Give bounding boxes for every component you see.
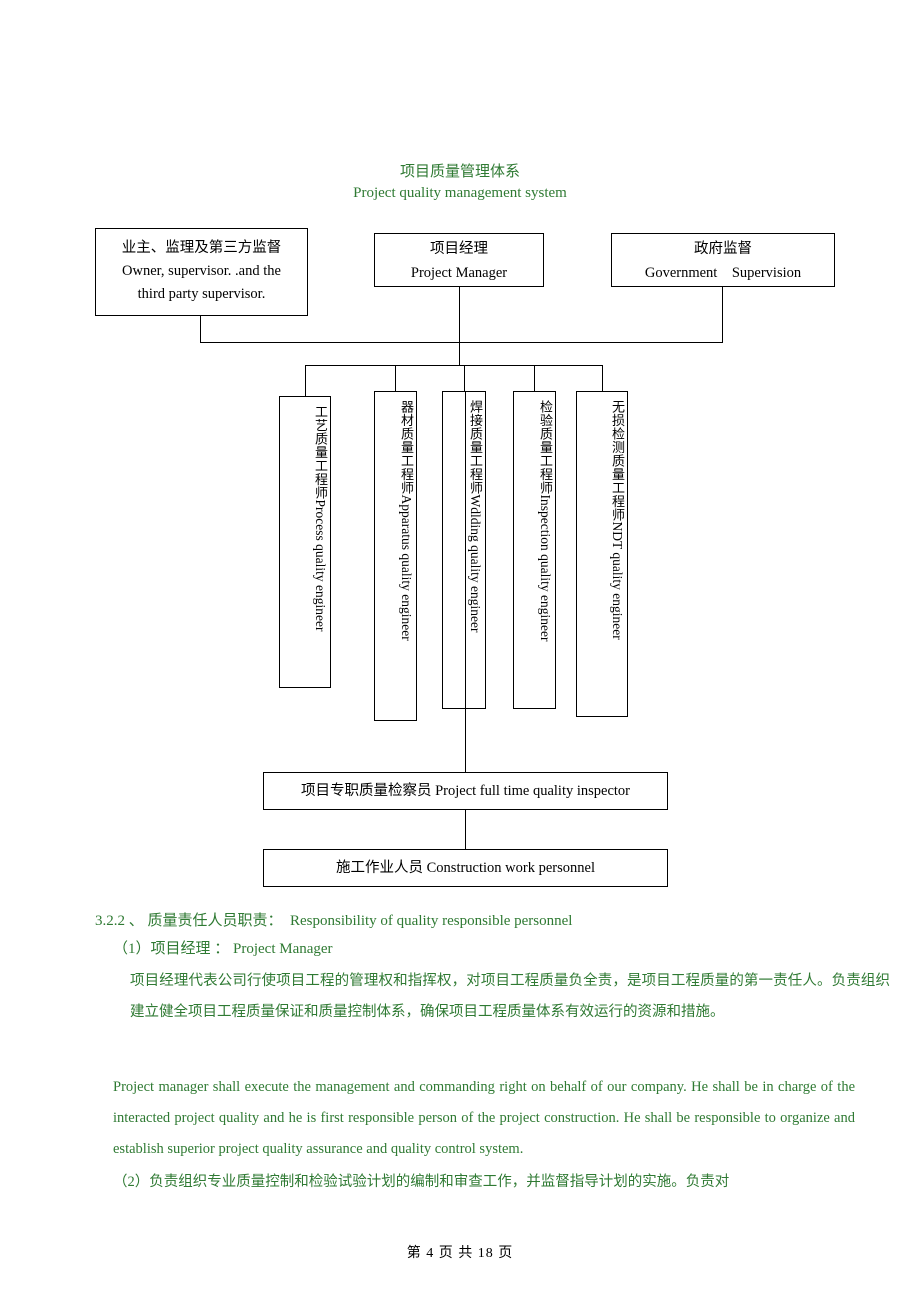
node-owner-supervisor: 业主、监理及第三方监督 Owner, supervisor. .and the …	[95, 228, 308, 316]
node-pm-en: Project Manager	[410, 265, 508, 281]
connector-gov-vertical	[722, 287, 723, 342]
connector-drop-process	[305, 365, 306, 396]
node-pm-cn: 项目经理	[430, 241, 488, 257]
connector-drop-apparatus	[395, 365, 396, 391]
document-page: 项目质量管理体系 Project quality management syst…	[0, 0, 920, 1302]
node-construction-work-personnel: 施工作业人员 Construction work personnel	[263, 849, 668, 887]
node-project-fulltime-inspector: 项目专职质量检察员 Project full time quality insp…	[263, 772, 668, 810]
connector-to-inspector	[465, 391, 466, 772]
section-heading: 3.2.2 、 质量责任人员职责： Responsibility of qual…	[95, 913, 573, 929]
node-inspection-cn: 检验质量工程师	[538, 400, 553, 495]
connector-owner-vertical	[200, 316, 201, 342]
node-project-manager: 项目经理 Project Manager	[374, 233, 544, 287]
node-apparatus-quality-engineer: 器材质量工程师Apparatus quality engineer	[374, 391, 417, 721]
node-apparatus-en: Apparatus quality engineer	[399, 494, 414, 641]
node-ndt-en: NDT quality engineer	[610, 521, 625, 640]
node-ndt-quality-engineer: 无损检测质量工程师NDT quality engineer	[576, 391, 628, 717]
connector-engineer-bus	[305, 365, 603, 366]
node-process-cn: 工艺质量工程师	[313, 405, 328, 500]
section-subheading: （1）项目经理 ： Project Manager	[113, 941, 333, 957]
node-welding-en: Wdlding quality engineer	[468, 494, 483, 633]
connector-drop-inspection	[534, 365, 535, 391]
page-footer: 第 4 页 共 18 页	[406, 1246, 514, 1261]
node-owner-en-line1: Owner, supervisor. .and the	[122, 263, 281, 279]
connector-drop-welding	[464, 365, 465, 391]
diagram-title-en: Project quality management system	[353, 185, 567, 201]
node-welding-quality-engineer: 焊接质量工程师Wdlding quality engineer	[442, 391, 486, 709]
connector-pm-to-bus	[459, 347, 460, 366]
paragraph-chinese: 项目经理代表公司行使项目工程的管理权和指挥权，对项目工程质量负全责，是项目工程质…	[130, 973, 890, 1020]
node-owner-cn: 业主、监理及第三方监督	[121, 240, 282, 256]
node-welding-cn: 焊接质量工程师	[468, 400, 483, 495]
paragraph-english: Project manager shall execute the manage…	[113, 1079, 855, 1157]
node-inspection-en: Inspection quality engineer	[538, 494, 553, 642]
connector-inspector-to-workers	[465, 810, 466, 849]
org-chart-diagram: 项目质量管理体系 Project quality management syst…	[0, 0, 920, 900]
node-owner-en-line2: third party supervisor.	[137, 286, 266, 302]
node-gov-en: Government Supervision	[644, 265, 802, 281]
node-inspection-quality-engineer: 检验质量工程师Inspection quality engineer	[513, 391, 556, 709]
paragraph-chinese-2: （2）负责组织专业质量控制和检验试验计划的编制和审查工作，并监督指导计划的实施。…	[113, 1174, 730, 1190]
connector-drop-ndt	[602, 365, 603, 391]
node-inspector-text: 项目专职质量检察员 Project full time quality insp…	[300, 783, 631, 799]
node-ndt-cn: 无损检测质量工程师	[610, 400, 625, 522]
node-gov-cn: 政府监督	[694, 241, 752, 257]
connector-top-bus	[200, 342, 723, 343]
node-process-quality-engineer: 工艺质量工程师Process quality engineer	[279, 396, 331, 688]
node-process-en: Process quality engineer	[313, 499, 328, 632]
node-government-supervision: 政府监督 Government Supervision	[611, 233, 835, 287]
diagram-title-cn: 项目质量管理体系	[399, 164, 520, 180]
node-workers-text: 施工作业人员 Construction work personnel	[336, 860, 595, 876]
connector-pm-vertical	[459, 287, 460, 347]
node-apparatus-cn: 器材质量工程师	[399, 400, 414, 495]
